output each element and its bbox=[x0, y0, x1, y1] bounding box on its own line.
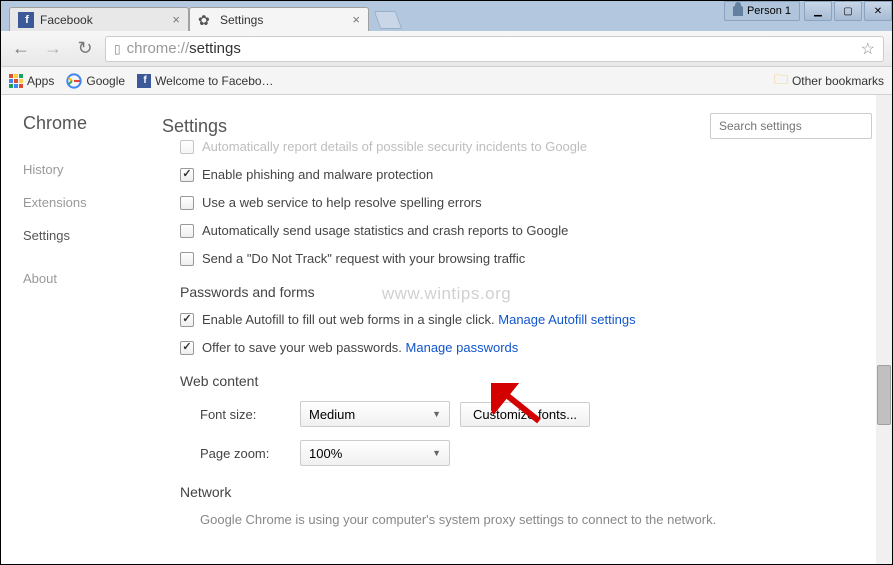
setting-label: Use a web service to help resolve spelli… bbox=[202, 195, 482, 210]
setting-label: Send a "Do Not Track" request with your … bbox=[202, 251, 525, 266]
font-size-label: Font size: bbox=[200, 407, 290, 422]
toolbar: ← → ↻ ▯ chrome://settings ☆ bbox=[1, 31, 892, 67]
scrollbar-thumb[interactable] bbox=[877, 365, 891, 425]
checkbox-save-passwords[interactable] bbox=[180, 341, 194, 355]
font-size-select[interactable]: Medium ▼ bbox=[300, 401, 450, 427]
network-text: Google Chrome is using your computer's s… bbox=[200, 512, 716, 527]
bookmark-facebook[interactable]: f Welcome to Facebo… bbox=[137, 74, 274, 88]
forward-button[interactable]: → bbox=[41, 37, 65, 61]
page-title: Settings bbox=[162, 116, 227, 137]
checkbox-spelling[interactable] bbox=[180, 196, 194, 210]
profile-icon bbox=[733, 6, 743, 16]
tab-facebook[interactable]: f Facebook × bbox=[9, 7, 189, 31]
bookmark-label: Welcome to Facebo… bbox=[155, 74, 274, 88]
reload-button[interactable]: ↻ bbox=[73, 37, 97, 61]
close-tab-icon[interactable]: × bbox=[172, 12, 180, 27]
select-value: Medium bbox=[309, 407, 355, 422]
page-zoom-label: Page zoom: bbox=[200, 446, 290, 461]
url-scheme: chrome:// bbox=[127, 40, 190, 57]
setting-label: Automatically report details of possible… bbox=[202, 139, 587, 154]
setting-label: Offer to save your web passwords. bbox=[202, 340, 406, 355]
setting-label: Enable Autofill to fill out web forms in… bbox=[202, 312, 498, 327]
close-tab-icon[interactable]: × bbox=[352, 12, 360, 27]
checkbox-autofill[interactable] bbox=[180, 313, 194, 327]
manage-autofill-link[interactable]: Manage Autofill settings bbox=[498, 312, 635, 327]
chevron-down-icon: ▼ bbox=[432, 448, 441, 458]
tab-title: Settings bbox=[220, 13, 346, 27]
select-value: 100% bbox=[309, 446, 342, 461]
bookmarks-bar: Apps Google f Welcome to Facebo… 🗀 Other… bbox=[1, 67, 892, 95]
bookmark-label: Other bookmarks bbox=[792, 74, 884, 88]
setting-label: Automatically send usage statistics and … bbox=[202, 223, 568, 238]
search-settings-input[interactable] bbox=[710, 113, 872, 139]
chevron-down-icon: ▼ bbox=[432, 409, 441, 419]
settings-content: Settings Automatically report details of… bbox=[156, 95, 892, 564]
settings-sidebar: Chrome History Extensions Settings About bbox=[1, 95, 156, 564]
maximize-button[interactable]: ▢ bbox=[834, 1, 862, 21]
tab-title: Facebook bbox=[40, 13, 166, 27]
scrollbar[interactable] bbox=[876, 95, 892, 564]
checkbox[interactable] bbox=[180, 140, 194, 154]
bookmark-label: Google bbox=[86, 74, 125, 88]
other-bookmarks[interactable]: 🗀 Other bookmarks bbox=[774, 69, 884, 93]
checkbox-usage-stats[interactable] bbox=[180, 224, 194, 238]
profile-button[interactable]: Person 1 bbox=[724, 1, 800, 21]
apps-label: Apps bbox=[27, 74, 54, 88]
section-network: Network bbox=[180, 484, 872, 500]
bookmark-google[interactable]: Google bbox=[66, 73, 125, 89]
gear-icon: ✿ bbox=[198, 12, 214, 28]
page-icon: ▯ bbox=[114, 42, 121, 56]
sidebar-item-about[interactable]: About bbox=[23, 271, 156, 286]
apps-icon bbox=[9, 74, 23, 88]
setting-label: Enable phishing and malware protection bbox=[202, 167, 433, 182]
sidebar-item-extensions[interactable]: Extensions bbox=[23, 195, 156, 210]
section-passwords: Passwords and forms bbox=[180, 284, 872, 300]
back-button[interactable]: ← bbox=[9, 37, 33, 61]
profile-label: Person 1 bbox=[747, 5, 791, 17]
tab-settings[interactable]: ✿ Settings × bbox=[189, 7, 369, 31]
sidebar-item-settings[interactable]: Settings bbox=[23, 228, 156, 243]
address-bar[interactable]: ▯ chrome://settings ☆ bbox=[105, 36, 884, 62]
apps-button[interactable]: Apps bbox=[9, 74, 54, 88]
url-path: settings bbox=[189, 40, 241, 57]
facebook-icon: f bbox=[18, 12, 34, 28]
checkbox-phishing[interactable] bbox=[180, 168, 194, 182]
close-window-button[interactable]: ✕ bbox=[864, 1, 892, 21]
folder-icon: 🗀 bbox=[774, 69, 788, 93]
page-zoom-select[interactable]: 100% ▼ bbox=[300, 440, 450, 466]
sidebar-item-history[interactable]: History bbox=[23, 162, 156, 177]
section-web-content: Web content bbox=[180, 373, 872, 389]
google-icon bbox=[66, 73, 82, 89]
minimize-button[interactable]: ▁ bbox=[804, 1, 832, 21]
facebook-icon: f bbox=[137, 74, 151, 88]
bookmark-star-icon[interactable]: ☆ bbox=[861, 39, 875, 59]
new-tab-button[interactable] bbox=[374, 11, 403, 29]
sidebar-brand: Chrome bbox=[23, 113, 156, 134]
customize-fonts-button[interactable]: Customize fonts... bbox=[460, 402, 590, 427]
checkbox-dnt[interactable] bbox=[180, 252, 194, 266]
manage-passwords-link[interactable]: Manage passwords bbox=[406, 340, 519, 355]
